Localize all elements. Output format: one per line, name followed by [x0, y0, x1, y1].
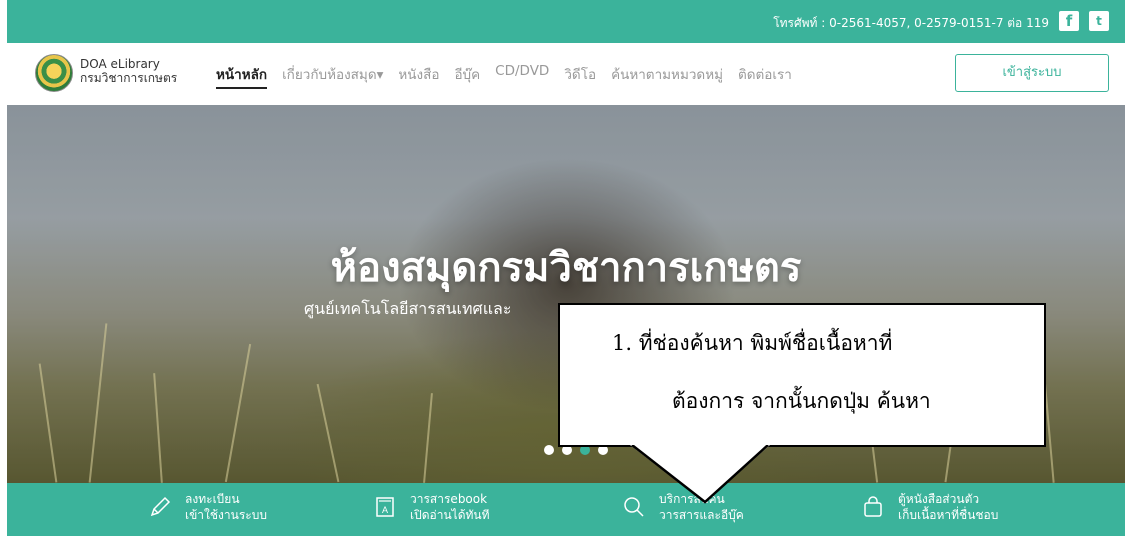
- feature-register-line1: ลงทะเบียน: [185, 492, 240, 506]
- hero-subtitle: ศูนย์เทคโนโลยีสารสนเทศและ: [304, 299, 512, 318]
- nav-item-contact[interactable]: ติดต่อเรา: [738, 63, 792, 89]
- pencil-icon: [145, 492, 175, 522]
- instruction-callout: 1. ที่ช่องค้นหา พิมพ์ชื่อเนื้อหาที่ ต้อง…: [558, 303, 1046, 447]
- brand-name-en: DOA eLibrary: [80, 57, 160, 71]
- nav-item-home[interactable]: หน้าหลัก: [216, 63, 268, 89]
- bag-icon: [858, 492, 888, 522]
- feature-register[interactable]: ลงทะเบียนเข้าใช้งานระบบ: [145, 491, 267, 523]
- feature-ebook[interactable]: A วารสารebook เปิดอ่านได้ทันที: [370, 491, 490, 523]
- nav-item-category-search[interactable]: ค้นหาตามหมวดหมู่: [611, 63, 723, 89]
- doa-logo[interactable]: [35, 54, 73, 92]
- nav-item-video[interactable]: วิดีโอ: [564, 63, 596, 89]
- brand-name-th: กรมวิชาการเกษตร: [80, 71, 178, 85]
- brand[interactable]: DOA eLibrary กรมวิชาการเกษตร: [80, 57, 177, 85]
- nav-item-about[interactable]: เกี่ยวกับห้องสมุด▾: [282, 63, 383, 89]
- hero-title: ห้องสมุดกรมวิชาการเกษตร: [330, 245, 802, 291]
- facebook-icon[interactable]: f: [1059, 11, 1079, 31]
- carousel-dot[interactable]: [544, 445, 554, 455]
- callout-line-1: 1. ที่ช่องค้นหา พิมพ์ชื่อเนื้อหาที่: [612, 331, 893, 355]
- book-icon: A: [370, 492, 400, 522]
- feature-bookshelf-line1: ตู้หนังสือส่วนตัว: [898, 492, 980, 506]
- callout-pointer: [630, 445, 770, 504]
- feature-bar: ลงทะเบียนเข้าใช้งานระบบ A วารสารebook เปิ…: [7, 483, 1125, 536]
- nav-item-ebooks[interactable]: อีบุ๊ค: [454, 63, 480, 89]
- main-nav: หน้าหลัก เกี่ยวกับห้องสมุด▾ หนังสือ อีบุ…: [216, 63, 807, 89]
- top-bar: โทรศัพท์ : 0-2561-4057, 0-2579-0151-7 ต่…: [7, 0, 1125, 43]
- feature-search-line2: วารสารและอีบุ๊ค: [659, 508, 744, 522]
- callout-line-2: ต้องการ จากนั้นกดปุ่ม ค้นหา: [672, 389, 931, 413]
- svg-text:A: A: [382, 505, 388, 515]
- feature-ebook-line2: เปิดอ่านได้ทันที: [410, 508, 490, 522]
- phone-info: โทรศัพท์ : 0-2561-4057, 0-2579-0151-7 ต่…: [773, 16, 1049, 30]
- main-navbar: DOA eLibrary กรมวิชาการเกษตร หน้าหลัก เก…: [7, 43, 1125, 105]
- feature-bookshelf[interactable]: ตู้หนังสือส่วนตัวเก็บเนื้อหาที่ชื่นชอบ: [858, 491, 998, 523]
- feature-bookshelf-line2: เก็บเนื้อหาที่ชื่นชอบ: [898, 508, 999, 522]
- login-button[interactable]: เข้าสู่ระบบ: [955, 54, 1109, 92]
- feature-register-line2: เข้าใช้งานระบบ: [185, 508, 267, 522]
- feature-ebook-line1: วารสารebook: [410, 492, 488, 506]
- nav-item-books[interactable]: หนังสือ: [398, 63, 439, 89]
- twitter-icon[interactable]: t: [1089, 11, 1109, 31]
- nav-item-cd-dvd[interactable]: CD/DVD: [495, 63, 549, 89]
